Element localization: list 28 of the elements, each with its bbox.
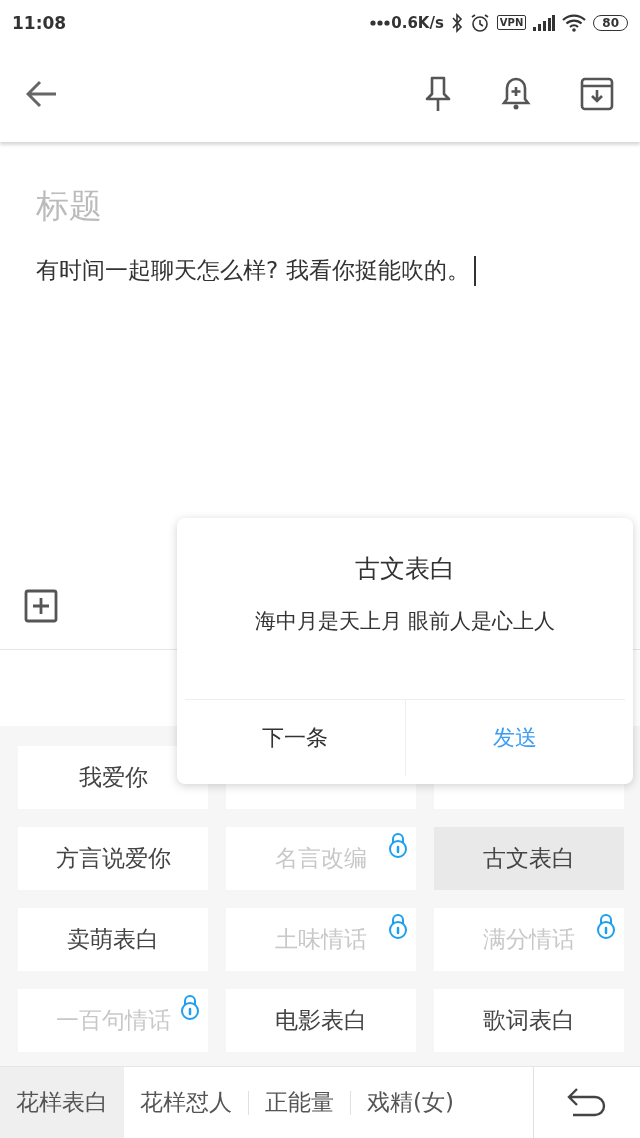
lock-icon [388,913,408,939]
alarm-icon [469,12,490,33]
archive-icon [580,76,614,111]
back-arrow-icon [26,79,58,108]
lock-icon [180,994,200,1020]
bell-plus-icon [500,75,532,112]
popup-title: 古文表白 [355,553,455,585]
signal-icon [533,14,556,31]
wifi-icon [562,13,587,32]
note-body: 有时间一起聊天怎么样? 我看你挺能吹的。 [36,256,470,285]
lock-icon [596,913,616,939]
plus-square-icon [24,589,58,623]
text-cursor [473,255,476,286]
category-cell[interactable]: 电影表白 [226,989,416,1052]
category-cell[interactable]: 歌词表白 [434,989,624,1052]
vpn-badge: VPN [496,15,527,30]
clock-time: 11:08 [12,12,67,33]
category-cell[interactable]: 卖萌表白 [18,908,208,971]
category-tab[interactable]: 花样表白 [0,1067,124,1138]
popup-phrase: 海中月是天上月 眼前人是心上人 [254,608,556,635]
category-cell[interactable]: 古文表白 [434,827,624,890]
lock-icon [388,832,408,858]
pin-icon [424,75,452,112]
network-speed: 0.6K/s [391,13,444,32]
category-cell[interactable]: 方言说爱你 [18,827,208,890]
bluetooth-icon [450,12,463,33]
dots-icon [370,19,391,26]
category-cell[interactable]: 我爱你 [18,746,208,809]
